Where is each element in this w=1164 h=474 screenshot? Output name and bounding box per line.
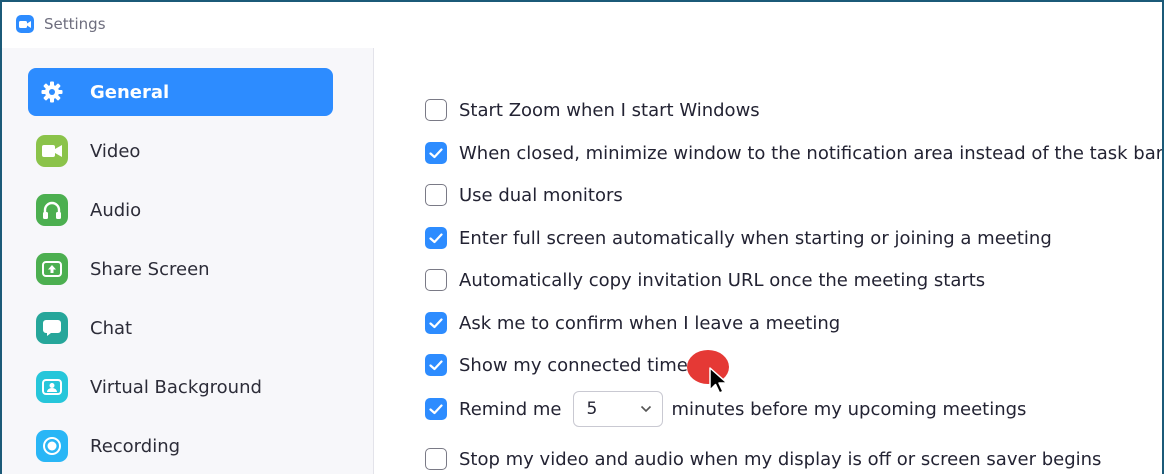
sidebar-item-label: Video [90,140,141,162]
option-copy-invitation-url: Automatically copy invitation URL once t… [425,267,985,293]
option-label: Ask me to confirm when I leave a meeting [459,312,841,334]
reminder-minutes-select[interactable]: 5 [573,391,664,427]
title-bar: Settings [2,2,1162,46]
checkmark-icon [429,403,443,414]
headphones-icon [36,194,68,226]
checkbox[interactable] [425,448,447,470]
sidebar-item-label: Share Screen [90,258,210,280]
option-full-screen-automatically: Enter full screen automatically when sta… [425,225,1052,251]
chevron-down-icon [641,405,652,413]
option-label: Automatically copy invitation URL once t… [459,269,986,291]
general-settings-panel: Start Zoom when I start Windows When clo… [375,48,1162,474]
option-dual-monitors: Use dual monitors [425,182,623,208]
checkmark-icon [429,232,443,243]
mouse-cursor-icon [709,367,728,394]
sidebar-item-recording[interactable]: Recording [28,422,333,470]
sidebar-item-label: Virtual Background [90,376,262,398]
sidebar-item-general[interactable]: General [28,68,333,116]
checkmark-icon [429,359,443,370]
checkbox[interactable] [425,227,447,249]
option-remind-me: Remind me 5 minutes before my upcoming m… [425,391,1027,427]
checkbox[interactable] [425,269,447,291]
option-confirm-leave-meeting: Ask me to confirm when I leave a meeting [425,310,840,336]
gear-icon [36,76,68,108]
checkbox[interactable] [425,398,447,420]
virtual-background-icon [36,371,68,403]
settings-sidebar: General Video Audio Share Screen Chat Vi… [2,48,374,474]
option-label: Remind me [459,398,562,420]
video-camera-icon [36,135,68,167]
checkmark-icon [429,147,443,158]
option-label: When closed, minimize window to the noti… [459,142,1164,164]
option-label: Stop my video and audio when my display … [459,448,1102,470]
option-start-zoom-with-windows: Start Zoom when I start Windows [425,97,760,123]
checkbox[interactable] [425,312,447,334]
option-stop-video-audio-on-display-off: Stop my video and audio when my display … [425,446,1101,472]
option-suffix-label: minutes before my upcoming meetings [671,398,1027,420]
zoom-camera-icon [16,15,34,33]
option-label: Use dual monitors [459,184,623,206]
settings-window: Settings General Video Audio Share Scree… [0,0,1164,474]
sidebar-item-share-screen[interactable]: Share Screen [28,245,333,293]
sidebar-item-label: Recording [90,435,181,457]
option-label: Show my connected time [459,354,688,376]
option-label: Enter full screen automatically when sta… [459,227,1052,249]
option-minimize-to-notification-area: When closed, minimize window to the noti… [425,140,1164,166]
sidebar-item-virtual-background[interactable]: Virtual Background [28,363,333,411]
sidebar-item-video[interactable]: Video [28,127,333,175]
checkbox[interactable] [425,142,447,164]
option-label: Start Zoom when I start Windows [459,99,760,121]
sidebar-item-label: Audio [90,199,142,221]
checkbox[interactable] [425,354,447,376]
window-title: Settings [44,15,106,33]
sidebar-item-label: Chat [90,317,133,339]
share-screen-icon [36,253,68,285]
checkmark-icon [429,317,443,328]
sidebar-item-label: General [90,81,170,103]
checkbox[interactable] [425,99,447,121]
option-show-connected-time: Show my connected time [425,352,688,378]
sidebar-item-chat[interactable]: Chat [28,304,333,352]
record-icon [36,430,68,462]
checkbox[interactable] [425,184,447,206]
select-value: 5 [586,399,598,419]
chat-bubble-icon [36,312,68,344]
sidebar-item-audio[interactable]: Audio [28,186,333,234]
